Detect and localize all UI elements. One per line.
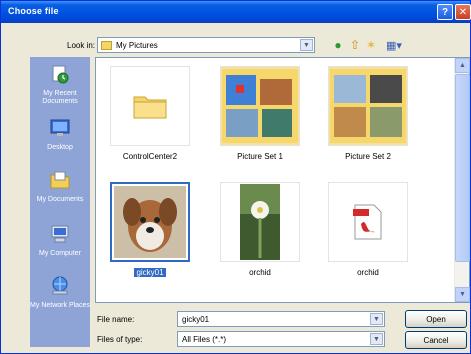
help-button[interactable]: ? [437,4,453,20]
file-item-image[interactable]: orchid [212,182,308,292]
scroll-up-icon[interactable]: ▲ [455,58,470,73]
help-icon: ? [441,6,449,18]
place-recent-documents[interactable]: My Recent Documents [30,63,90,106]
file-type-value: All Files (*.*) [182,335,227,344]
close-icon: ✕ [458,6,468,18]
my-documents-icon [50,171,70,189]
file-name: Picture Set 1 [237,152,283,161]
file-name: gicky01 [102,268,198,277]
window-title: Choose file [8,6,59,16]
place-label: Desktop [47,144,73,151]
place-label: My Documents [36,196,84,203]
my-computer-icon [51,225,69,243]
orchid-image [240,184,280,260]
file-thumbnail [110,182,190,262]
new-folder-icon[interactable]: ✶ [363,37,379,53]
photo-folder-icon [330,69,406,143]
file-dialog: Choose file ? ✕ Look in: My Pictures ▼ ●… [0,0,471,354]
pdf-file-icon [353,204,382,240]
look-in-label: Look in: [67,41,96,50]
folder-icon [101,41,112,50]
file-thumbnail [328,66,408,146]
file-item-pdf[interactable]: orchid [320,182,416,292]
title-bar[interactable]: Choose file ? ✕ [1,1,471,23]
file-thumbnail [220,66,300,146]
puppy-image [114,186,186,258]
vertical-scrollbar[interactable]: ▲ ▼ [454,58,470,302]
folder-icon [133,96,167,119]
file-name-field[interactable]: gicky01 ▼ [177,311,385,327]
desktop-icon [50,119,70,136]
place-label: My Computer [38,250,81,257]
file-name: orchid [357,268,379,277]
places-bar: My Recent Documents Desktop My Documents [30,57,90,347]
file-name: ControlCenter2 [122,152,178,161]
cancel-button[interactable]: Cancel [405,331,467,349]
network-places-icon [52,276,68,295]
place-label: My Network Places [30,302,90,309]
file-name: orchid [249,268,271,277]
file-name-value: gicky01 [182,315,210,324]
chevron-down-icon[interactable]: ▼ [300,39,313,51]
look-in-dropdown[interactable]: My Pictures ▼ [97,37,315,53]
file-thumbnail [220,182,300,262]
file-item-photo-folder[interactable]: Picture Set 1 [212,66,308,176]
chevron-down-icon[interactable]: ▼ [370,333,383,345]
file-name-label: File name: [97,315,135,324]
photo-folder-icon [222,69,298,143]
open-button[interactable]: Open [405,310,467,328]
file-item-image-selected[interactable]: gicky01 [102,182,198,292]
file-name: Picture Set 2 [345,152,391,161]
place-my-computer[interactable]: My Computer [30,223,90,258]
look-in-value: My Pictures [116,41,158,50]
scroll-down-icon[interactable]: ▼ [455,287,470,302]
file-list-view[interactable]: ControlCenter2 Picture Set 1 Picture Set… [95,57,470,303]
scroll-thumb[interactable] [455,74,470,262]
place-desktop[interactable]: Desktop [30,117,90,152]
up-folder-icon[interactable]: ⇧ [348,37,362,53]
file-thumbnail [328,182,408,262]
close-button[interactable]: ✕ [455,4,471,20]
place-my-documents[interactable]: My Documents [30,169,90,204]
back-icon[interactable]: ● [331,37,345,53]
place-label: My Recent Documents [42,90,78,105]
place-network[interactable]: My Network Places [30,275,90,310]
views-icon[interactable]: ▦▾ [386,37,402,53]
file-name-text: gicky01 [134,268,166,277]
file-item-photo-folder[interactable]: Picture Set 2 [320,66,416,176]
recent-documents-icon [52,65,69,84]
file-item-folder[interactable]: ControlCenter2 [102,66,198,176]
file-type-label: Files of type: [97,335,143,344]
file-type-dropdown[interactable]: All Files (*.*) ▼ [177,331,385,347]
file-thumbnail [110,66,190,146]
chevron-down-icon[interactable]: ▼ [370,313,383,325]
